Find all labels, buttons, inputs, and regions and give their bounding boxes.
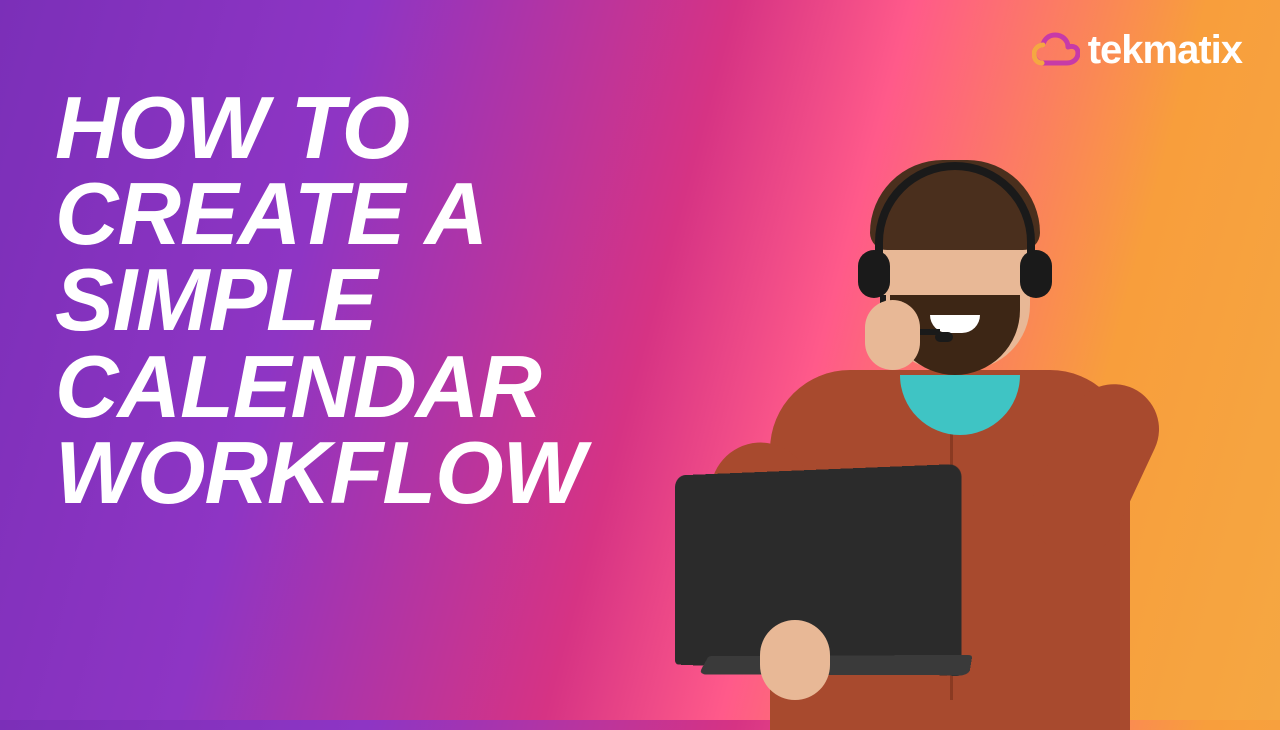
- brand-name: tekmatix: [1088, 28, 1242, 73]
- person-image: [640, 120, 1160, 720]
- brand-logo: tekmatix: [1032, 28, 1242, 73]
- cloud-icon: [1032, 31, 1080, 71]
- title-line-3: SIMPLE: [55, 257, 615, 343]
- title-line-5: WORKFLOW: [55, 430, 615, 516]
- title-block: HOW TO CREATE A SIMPLE CALENDAR WORKFLOW: [55, 85, 615, 516]
- thumbnail-container: tekmatix HOW TO CREATE A SIMPLE CALENDAR…: [0, 0, 1280, 720]
- title-line-2: CREATE A: [55, 171, 615, 257]
- title-line-4: CALENDAR: [55, 344, 615, 430]
- title-line-1: HOW TO: [55, 85, 615, 171]
